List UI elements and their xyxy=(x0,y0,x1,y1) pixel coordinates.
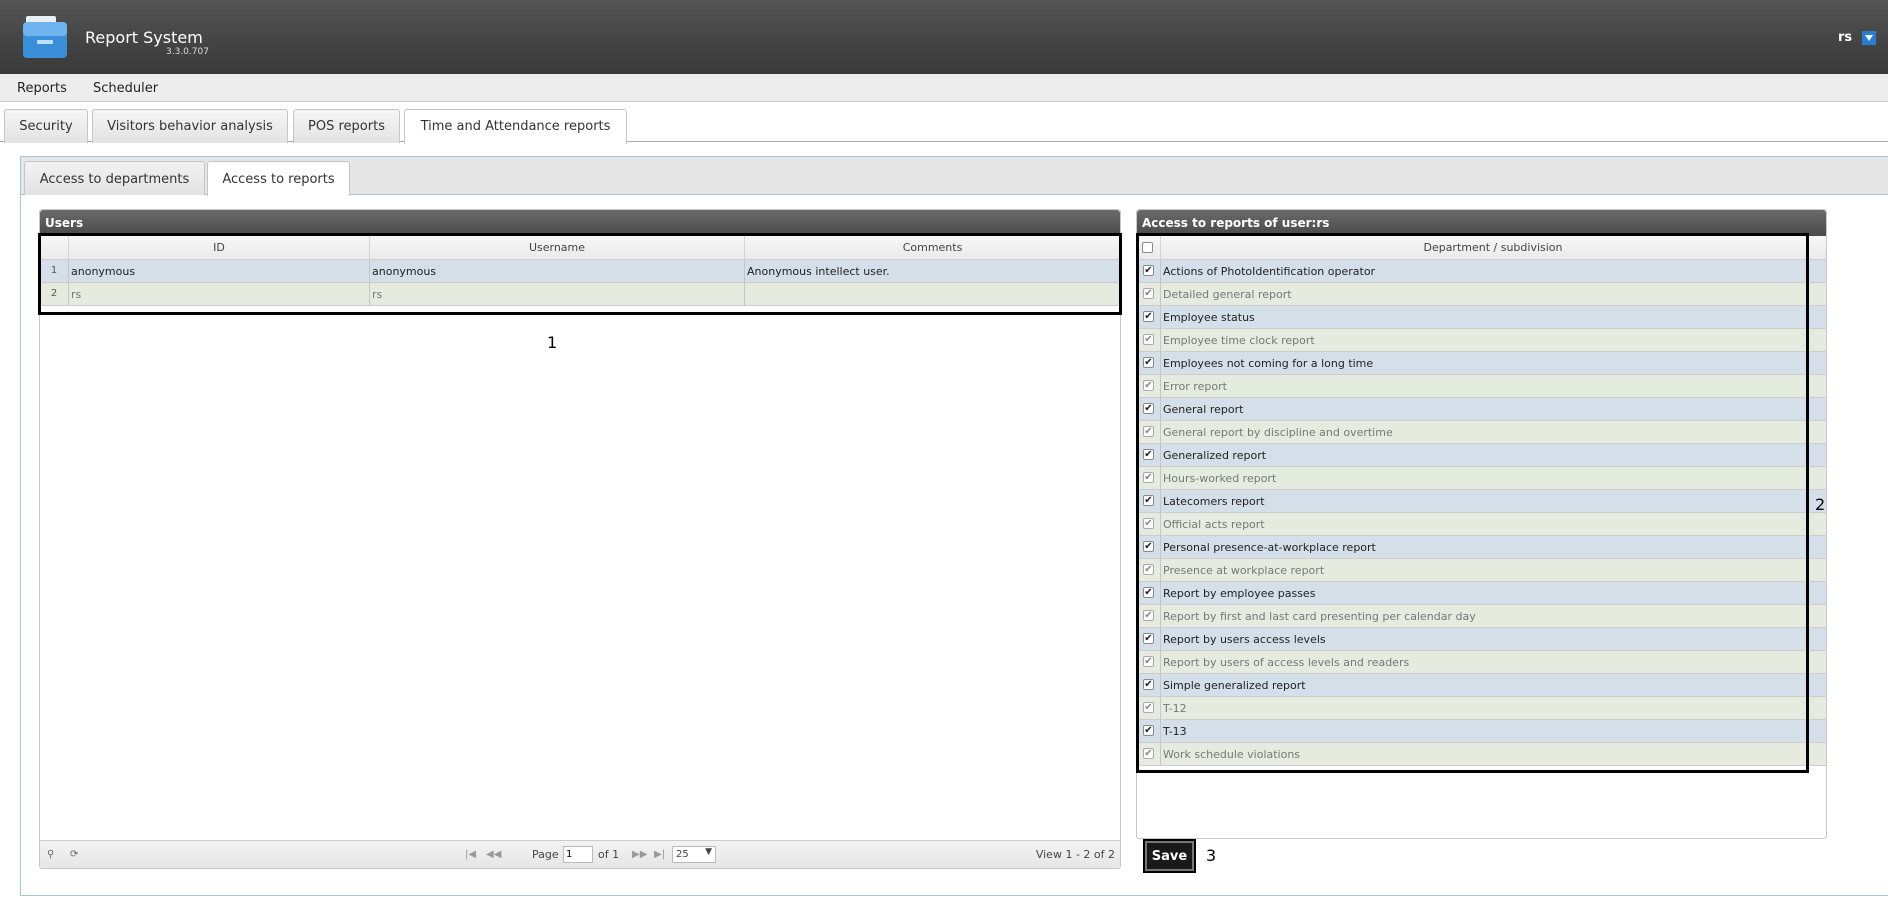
app-header: Report System 3.3.0.707 rs xyxy=(0,0,1888,74)
view-records-text: View 1 - 2 of 2 xyxy=(1035,848,1115,861)
save-button[interactable]: Save xyxy=(1143,839,1196,873)
tab-security[interactable]: Security xyxy=(4,109,88,143)
refresh-icon[interactable]: ⟳ xyxy=(70,849,78,860)
callout-number: 1 xyxy=(547,333,558,352)
users-table-highlight xyxy=(38,233,1122,315)
rows-per-page-select[interactable]: 25 ▼ xyxy=(672,846,716,863)
user-menu-dropdown-icon[interactable] xyxy=(1862,31,1876,45)
page-count-label: of 1 xyxy=(598,848,620,861)
chevron-down-icon: ▼ xyxy=(705,847,712,857)
rows-per-page-value: 25 xyxy=(676,849,689,860)
last-page-icon[interactable]: ▶| xyxy=(654,849,665,860)
callout-number: 2 xyxy=(1815,495,1826,514)
app-title: Report System xyxy=(85,28,203,47)
users-pager: ⚲ ⟳ |◀ ◀◀ Page of 1 ▶▶ ▶| 25 ▼ View 1 - … xyxy=(40,840,1120,868)
search-icon[interactable]: ⚲ xyxy=(47,849,54,860)
tab-visitors-behavior-analysis[interactable]: Visitors behavior analysis xyxy=(92,109,288,143)
reports-list-highlight xyxy=(1136,233,1809,773)
tab-access-to-departments[interactable]: Access to departments xyxy=(24,161,205,195)
tab-pos-reports[interactable]: POS reports xyxy=(293,109,400,143)
report-category-tabs: Security Visitors behavior analysis POS … xyxy=(0,102,1888,144)
app-version: 3.3.0.707 xyxy=(166,47,209,57)
main-menu-bar: Reports Scheduler xyxy=(0,74,1888,102)
prev-page-icon[interactable]: ◀◀ xyxy=(486,849,501,860)
callout-number: 3 xyxy=(1206,846,1217,865)
access-sub-tabs: Access to departments Access to reports xyxy=(21,157,1888,196)
first-page-icon[interactable]: |◀ xyxy=(465,849,476,860)
report-folder-icon xyxy=(23,16,67,58)
page-label: Page xyxy=(532,848,559,861)
menu-reports[interactable]: Reports xyxy=(17,81,67,96)
menu-scheduler[interactable]: Scheduler xyxy=(93,81,158,96)
page-number-input[interactable] xyxy=(563,846,593,863)
tab-time-and-attendance-reports[interactable]: Time and Attendance reports xyxy=(404,109,627,144)
tab-access-to-reports[interactable]: Access to reports xyxy=(207,161,350,196)
next-page-icon[interactable]: ▶▶ xyxy=(632,849,647,860)
current-user-name[interactable]: rs xyxy=(1838,30,1852,45)
